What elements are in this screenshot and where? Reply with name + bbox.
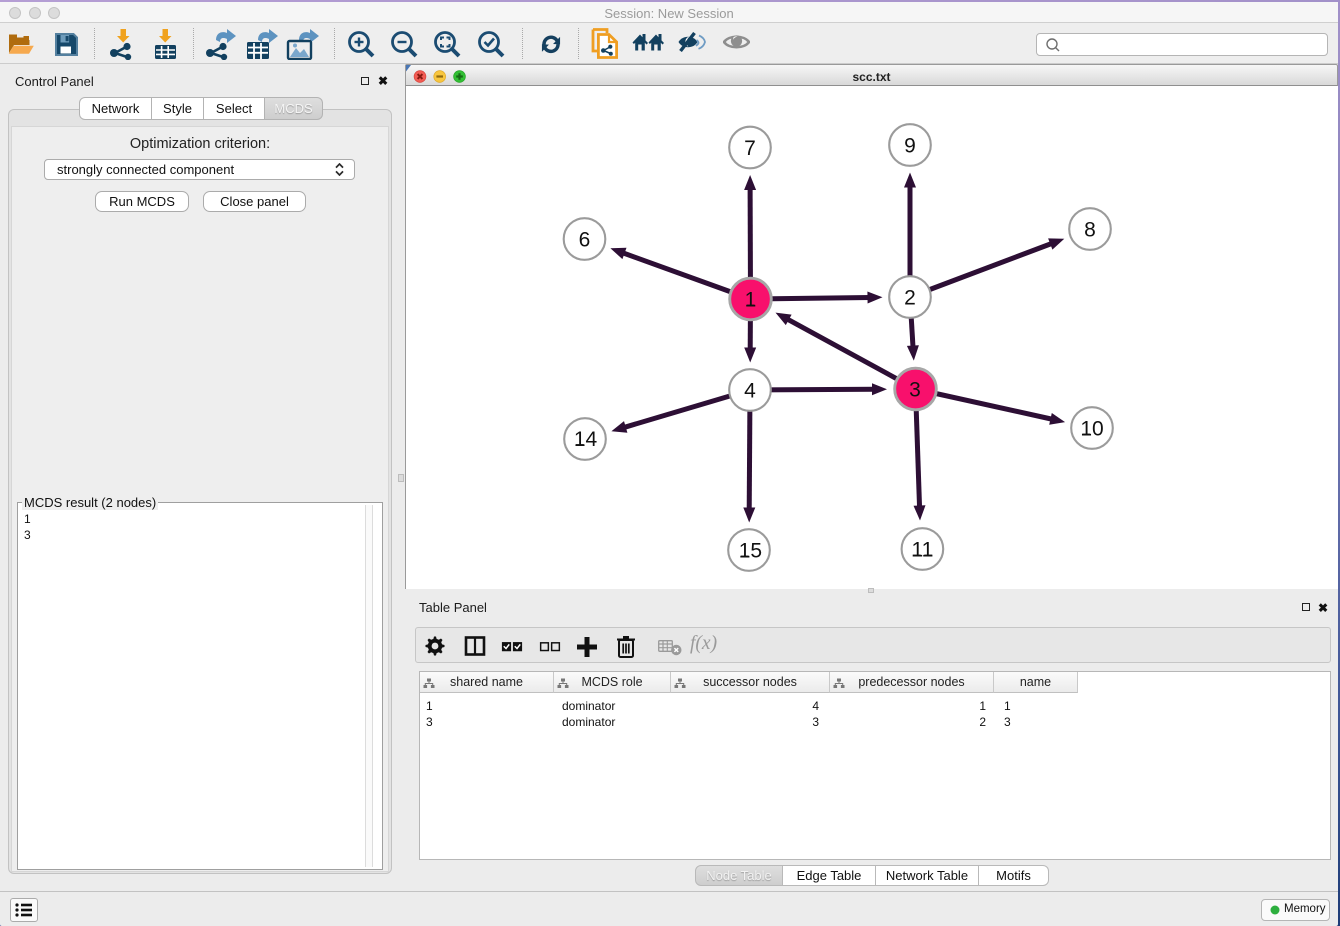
svg-text:7: 7: [744, 137, 756, 160]
svg-text:10: 10: [1080, 418, 1103, 441]
svg-text:1: 1: [745, 289, 757, 312]
svg-text:2: 2: [904, 287, 916, 310]
svg-text:11: 11: [911, 539, 933, 562]
svg-text:9: 9: [904, 135, 916, 158]
svg-text:15: 15: [739, 540, 762, 563]
svg-text:4: 4: [744, 380, 756, 403]
svg-text:6: 6: [579, 229, 591, 252]
svg-text:14: 14: [574, 428, 598, 451]
svg-text:3: 3: [909, 379, 921, 402]
svg-text:8: 8: [1084, 219, 1096, 242]
